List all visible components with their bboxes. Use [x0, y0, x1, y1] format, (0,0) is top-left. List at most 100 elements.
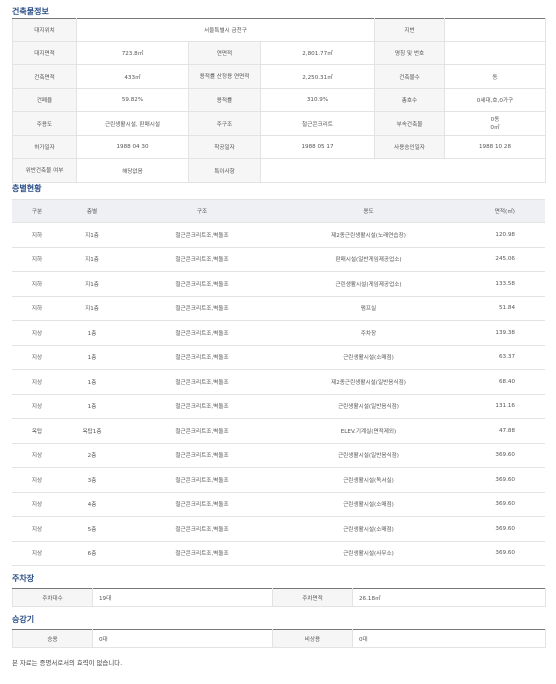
start-value: 1988 05 17	[260, 135, 375, 159]
households-label: 총호수	[374, 88, 445, 112]
main-use-value: 근린생활시설, 판매시설	[76, 111, 189, 136]
row-floor: 옥탑1층	[62, 418, 122, 444]
floor-area-value: 2,801.77㎡	[260, 41, 375, 65]
row-use: 근린생활시설(일반음식점)	[282, 393, 455, 419]
row-type: 지상	[12, 320, 62, 346]
row-floor: 1층	[62, 344, 122, 370]
bldg-count-value: 동	[444, 64, 546, 89]
row-structure: 철근콘크리트조,벽돌조	[122, 344, 282, 370]
table-row: 지상 2층 철근콘크리트조,벽돌조 근린생활시설(일반음식점) 369.60	[12, 442, 545, 468]
elevator-table: 승용 0대 비상용 0대	[12, 629, 546, 648]
row-structure: 철근콘크리트조,벽돌조	[122, 516, 282, 542]
table-row: 지하 지1층 철근콘크리트조,벽돌조 판매시설(일반게임제공업소) 245.06	[12, 246, 545, 272]
table-row: 지상 1층 철근콘크리트조,벽돌조 근린생활시설(소매점) 63.37	[12, 344, 545, 370]
special-value	[260, 158, 546, 183]
row-use: 펌프실	[282, 295, 455, 321]
annex-value: 0동 0㎡	[444, 111, 546, 136]
annex-area: 0㎡	[490, 124, 500, 131]
row-floor: 5층	[62, 516, 122, 542]
permit-label: 허가일자	[12, 135, 77, 159]
special-label: 특이사항	[188, 158, 261, 183]
row-type: 지상	[12, 491, 62, 517]
row-use: 근린생활시설(일반음식점)	[282, 442, 455, 468]
row-type: 지하	[12, 222, 62, 248]
row-floor: 지1층	[62, 295, 122, 321]
main-use-label: 주용도	[12, 111, 77, 136]
row-use: 제2종근린생활시설(일반음식점)	[282, 369, 455, 395]
row-type: 옥탑	[12, 418, 62, 444]
location-label: 대지위치	[12, 18, 77, 42]
start-label: 착공일자	[188, 135, 261, 159]
row-type: 지하	[12, 295, 62, 321]
row-type: 지상	[12, 540, 62, 566]
footnote: 본 자료는 증명서로서의 효력이 없습니다.	[12, 659, 123, 667]
building-info-title: 건축물정보	[12, 7, 49, 16]
parking-title: 주차장	[12, 574, 35, 583]
approval-label: 사용승인일자	[374, 135, 445, 159]
table-row: 옥탑 옥탑1층 철근콘크리트조,벽돌조 ELEV.기계실(면적제외) 47.88	[12, 418, 545, 444]
header-structure: 구조	[122, 199, 282, 223]
bldg-count-label: 건축물수	[374, 64, 445, 89]
elevator-emergency-label: 비상용	[272, 629, 353, 648]
table-row: 지상 5층 철근콘크리트조,벽돌조 근린생활시설(소매점) 369.60	[12, 516, 545, 542]
row-type: 지상	[12, 344, 62, 370]
row-floor: 1층	[62, 320, 122, 346]
row-area: 369.60	[455, 442, 545, 468]
row-area: 131.16	[455, 393, 545, 419]
row-floor: 지1층	[62, 246, 122, 272]
structure-label: 주구조	[188, 111, 261, 136]
violation-value: 해당없음	[76, 158, 189, 183]
site-area-label: 대지면적	[12, 41, 77, 65]
row-area: 51.84	[455, 295, 545, 321]
table-row: 지상 3층 철근콘크리트조,벽돌조 근린생활시설(독서실) 369.60	[12, 467, 545, 493]
row-floor: 1층	[62, 393, 122, 419]
row-area: 369.60	[455, 516, 545, 542]
row-floor: 2층	[62, 442, 122, 468]
location-value: 서울특별시 금천구	[76, 18, 375, 42]
row-floor: 6층	[62, 540, 122, 566]
lot-value	[444, 18, 546, 42]
row-structure: 철근콘크리트조,벽돌조	[122, 442, 282, 468]
row-area: 245.06	[455, 246, 545, 272]
site-area-value: 723.8㎡	[76, 41, 189, 65]
row-area: 369.60	[455, 491, 545, 517]
row-area: 120.98	[455, 222, 545, 248]
name-value	[444, 41, 546, 65]
row-floor: 1층	[62, 369, 122, 395]
row-use: 근린생활시설(소매점)	[282, 516, 455, 542]
row-area: 369.60	[455, 540, 545, 566]
parking-area-value: 26.18㎡	[352, 588, 546, 607]
name-label: 명칭 및 번호	[374, 41, 445, 65]
header-area: 면적(㎡)	[455, 199, 545, 223]
row-area: 133.58	[455, 271, 545, 297]
row-type: 지상	[12, 467, 62, 493]
violation-label: 위반건축물 여부	[12, 158, 77, 183]
elevator-title: 승강기	[12, 615, 35, 624]
row-use: 근린생활시설(소매점)	[282, 491, 455, 517]
row-structure: 철근콘크리트조,벽돌조	[122, 418, 282, 444]
far-label: 용적률	[188, 88, 261, 112]
table-row: 지하 지1층 철근콘크리트조,벽돌조 펌프실 51.84	[12, 295, 545, 321]
table-row: 지상 1층 철근콘크리트조,벽돌조 주차장 139.38	[12, 320, 545, 346]
row-structure: 철근콘크리트조,벽돌조	[122, 393, 282, 419]
row-use: 주차장	[282, 320, 455, 346]
table-row: 지상 6층 철근콘크리트조,벽돌조 근린생활시설(사무소) 369.60	[12, 540, 545, 566]
parking-table: 주차대수 19대 주차면적 26.18㎡	[12, 588, 546, 607]
building-area-label: 건축면적	[12, 64, 77, 89]
table-row: 지하 지1층 철근콘크리트조,벽돌조 제2종근린생활시설(노래연습장) 120.98	[12, 222, 545, 248]
row-type: 지상	[12, 393, 62, 419]
coverage-value: 59.82%	[76, 88, 189, 112]
far-area-label: 용적률 산정용 연면적	[188, 64, 261, 89]
row-type: 지상	[12, 369, 62, 395]
row-type: 지하	[12, 271, 62, 297]
row-area: 63.37	[455, 344, 545, 370]
row-area: 369.60	[455, 467, 545, 493]
elevator-passenger-value: 0대	[92, 629, 273, 648]
row-use: 판매시설(일반게임제공업소)	[282, 246, 455, 272]
row-type: 지상	[12, 442, 62, 468]
annex-count: 0동	[490, 116, 500, 123]
approval-value: 1988 10 28	[444, 135, 546, 159]
lot-label: 지번	[374, 18, 445, 42]
permit-value: 1988 04 30	[76, 135, 189, 159]
table-row: 지상 1층 철근콘크리트조,벽돌조 근린생활시설(일반음식점) 131.16	[12, 393, 545, 419]
